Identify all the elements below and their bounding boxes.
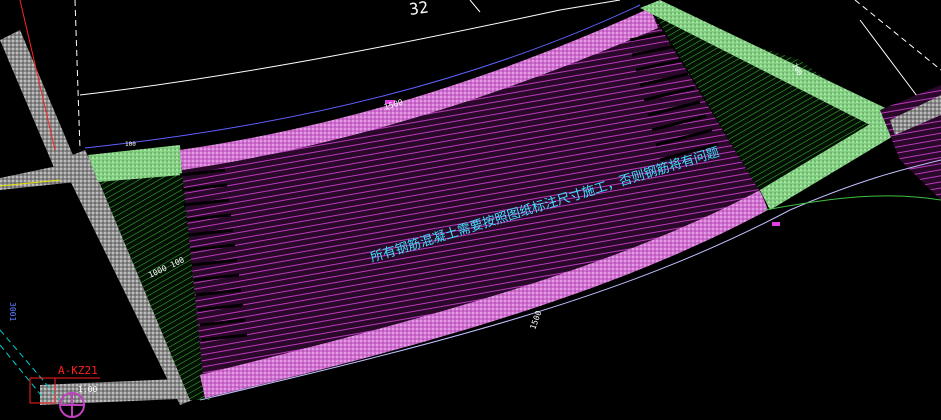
dim-left-vertical-text: 3001 <box>8 302 17 321</box>
dim-bottom-edge-text: 1500 <box>528 309 543 330</box>
white-line-right-diag <box>859 19 921 101</box>
white-top-right-line <box>469 0 481 13</box>
cad-drawing-canvas[interactable]: 32 所有钢筋混凝土需要按照图纸标注尺寸施工，否则钢筋将有问题 A-KZ21 1… <box>0 0 941 420</box>
dim-bottom-small-text: 1.00 <box>78 385 97 394</box>
white-dashed-line-right <box>854 0 941 71</box>
top-number-label: 32 <box>408 0 430 19</box>
green-outline-right <box>764 195 941 211</box>
gray-wall-bottom <box>40 378 200 405</box>
cyan-dash-line-2 <box>0 344 46 401</box>
grid-label-text: A-KZ21 <box>58 364 98 377</box>
cad-plan-svg: 32 所有钢筋混凝土需要按照图纸标注尺寸施工，否则钢筋将有问题 A-KZ21 1… <box>0 0 941 418</box>
gray-wall-left <box>0 30 75 170</box>
column-symbol <box>59 392 85 418</box>
dim-small-top-left-text: 100 <box>125 141 136 148</box>
magenta-marker-1 <box>772 222 780 226</box>
white-dashed-line-left <box>74 0 81 151</box>
